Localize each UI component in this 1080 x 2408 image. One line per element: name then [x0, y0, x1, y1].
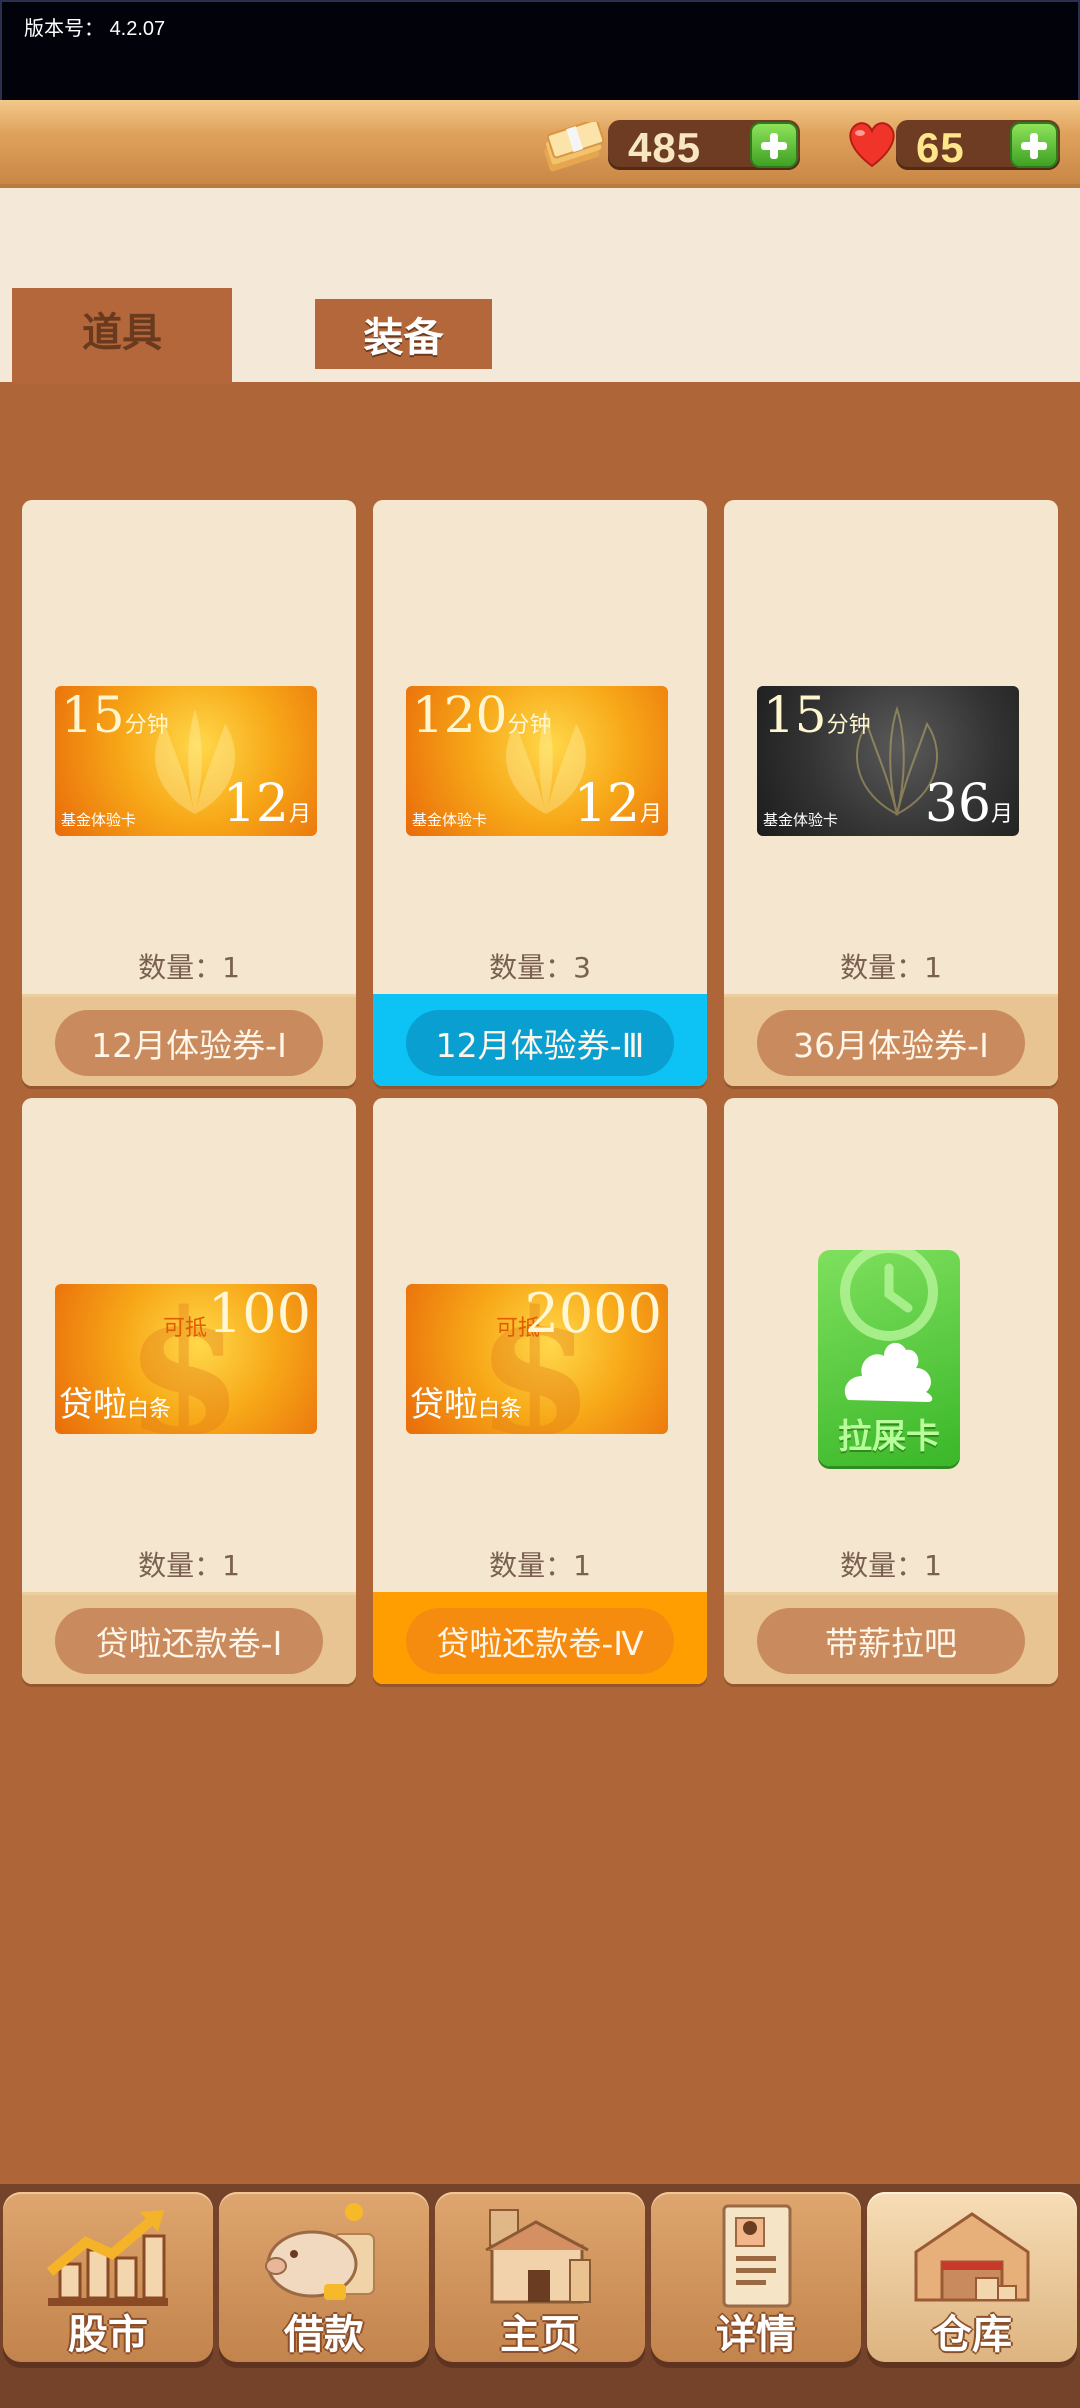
deduct-amount: 2000	[524, 1284, 662, 1345]
brand-sub: 白条	[127, 1397, 172, 1422]
loan-coupon-image: $ 可抵 100 贷啦白条	[55, 1284, 317, 1434]
nav-warehouse-label: 仓库	[932, 2312, 1012, 2358]
brand-sub: 白条	[478, 1397, 523, 1422]
home-icon	[485, 2209, 591, 2304]
item-name-button[interactable]: 36月体验券-Ⅰ	[757, 1010, 1025, 1076]
minutes-value: 120	[412, 686, 508, 744]
item-name-button[interactable]: 带薪拉吧	[757, 1608, 1025, 1674]
loan-coupon-image: $ 可抵 2000 贷啦白条	[406, 1284, 668, 1434]
version-bar: 版本号： 4.2.07	[0, 0, 1080, 100]
nav-loan-label: 借款	[284, 2312, 364, 2358]
minutes-unit: 分钟	[124, 713, 169, 738]
card-footer: 贷啦还款卷-Ⅳ	[373, 1592, 707, 1684]
warehouse-icon	[914, 2212, 1030, 2302]
card-footer: 12月体验券-Ⅰ	[22, 994, 356, 1086]
months-unit: 月	[639, 802, 662, 827]
stock-chart-icon	[46, 2210, 168, 2306]
item-name-button[interactable]: 12月体验券-Ⅲ	[406, 1010, 674, 1076]
months-value: 12	[573, 774, 640, 834]
tab-items[interactable]: 道具	[12, 288, 232, 384]
item-quantity: 数量：1	[489, 1549, 591, 1582]
months-value: 36	[924, 774, 991, 834]
item-name-button[interactable]: 12月体验券-Ⅰ	[55, 1010, 323, 1076]
months-unit: 月	[990, 802, 1013, 827]
item-quantity: 数量：3	[489, 951, 591, 984]
money-stack-icon	[544, 122, 605, 172]
inventory-card[interactable]: 120分钟 12月 基金体验卡 数量：3 12月体验券-Ⅲ	[373, 500, 707, 1086]
add-hearts-button[interactable]	[1010, 122, 1058, 168]
card-footer: 贷啦还款卷-Ⅰ	[22, 1592, 356, 1684]
version-text: 版本号： 4.2.07	[24, 12, 165, 41]
fund-trial-card-image: 15分钟 12月 基金体验卡	[55, 686, 317, 836]
inventory-card[interactable]: 拉屎卡 数量：1 带薪拉吧	[724, 1098, 1058, 1684]
item-name-button[interactable]: 贷啦还款卷-Ⅳ	[406, 1608, 674, 1674]
nav-stock-label: 股市	[68, 2312, 148, 2358]
nav-stock[interactable]: 股市	[3, 2192, 213, 2362]
card-tag: 基金体验卡	[763, 811, 839, 829]
card-footer: 36月体验券-Ⅰ	[724, 994, 1058, 1086]
item-quantity: 数量：1	[138, 1549, 240, 1582]
item-quantity: 数量：1	[138, 951, 240, 984]
brand-name: 贷啦	[59, 1385, 127, 1425]
deduct-amount: 100	[207, 1284, 311, 1345]
money-counter: 485	[608, 120, 800, 171]
heart-icon	[849, 122, 895, 168]
nav-details[interactable]: 详情	[651, 2192, 861, 2362]
nav-home-label: 主页	[500, 2312, 580, 2358]
fund-trial-card-image: 15分钟 36月 基金体验卡	[757, 686, 1019, 836]
nav-warehouse[interactable]: 仓库	[867, 2192, 1077, 2362]
tab-area: 道具 装备	[0, 188, 1080, 384]
piggy-bank-icon	[265, 2203, 375, 2300]
inventory-card[interactable]: 15分钟 12月 基金体验卡 数量：1 12月体验券-Ⅰ	[22, 500, 356, 1086]
item-quantity: 数量：1	[840, 951, 942, 984]
hearts-counter: 65	[896, 120, 1060, 171]
minutes-unit: 分钟	[507, 713, 552, 738]
card-tag: 基金体验卡	[412, 811, 488, 829]
add-money-button[interactable]	[750, 122, 798, 168]
nav-home[interactable]: 主页	[435, 2192, 645, 2362]
card-footer: 12月体验券-Ⅲ	[373, 994, 707, 1086]
version-label: 版本号：	[24, 18, 104, 40]
inventory-card[interactable]: $ 可抵 2000 贷啦白条 数量：1 贷啦还款卷-Ⅳ	[373, 1098, 707, 1684]
card-footer: 带薪拉吧	[724, 1592, 1058, 1684]
poop-card-image: 拉屎卡	[818, 1250, 960, 1466]
months-unit: 月	[288, 802, 311, 827]
nav-details-label: 详情	[716, 2312, 796, 2358]
bottom-nav: 股市 借款 主页 详情 仓库	[0, 2184, 1080, 2408]
inventory-card[interactable]: $ 可抵 100 贷啦白条 数量：1 贷啦还款卷-Ⅰ	[22, 1098, 356, 1684]
money-value: 485	[628, 124, 702, 171]
card-tag: 基金体验卡	[61, 811, 137, 829]
minutes-value: 15	[61, 686, 125, 744]
minutes-value: 15	[763, 686, 827, 744]
fund-trial-card-image: 120分钟 12月 基金体验卡	[406, 686, 668, 836]
item-name-button[interactable]: 贷啦还款卷-Ⅰ	[55, 1608, 323, 1674]
nav-loan[interactable]: 借款	[219, 2192, 429, 2362]
version-value: 4.2.07	[109, 18, 166, 40]
minutes-unit: 分钟	[826, 713, 871, 738]
item-quantity: 数量：1	[840, 1549, 942, 1582]
brand-name: 贷啦	[410, 1385, 478, 1425]
poop-card-label: 拉屎卡	[838, 1417, 940, 1457]
hearts-value: 65	[916, 124, 965, 171]
profile-document-icon	[722, 2204, 792, 2308]
months-value: 12	[222, 774, 289, 834]
tab-equipment[interactable]: 装备	[315, 299, 492, 369]
deduct-label: 可抵	[162, 1316, 207, 1341]
inventory-card[interactable]: 15分钟 36月 基金体验卡 数量：1 36月体验券-Ⅰ	[724, 500, 1058, 1086]
